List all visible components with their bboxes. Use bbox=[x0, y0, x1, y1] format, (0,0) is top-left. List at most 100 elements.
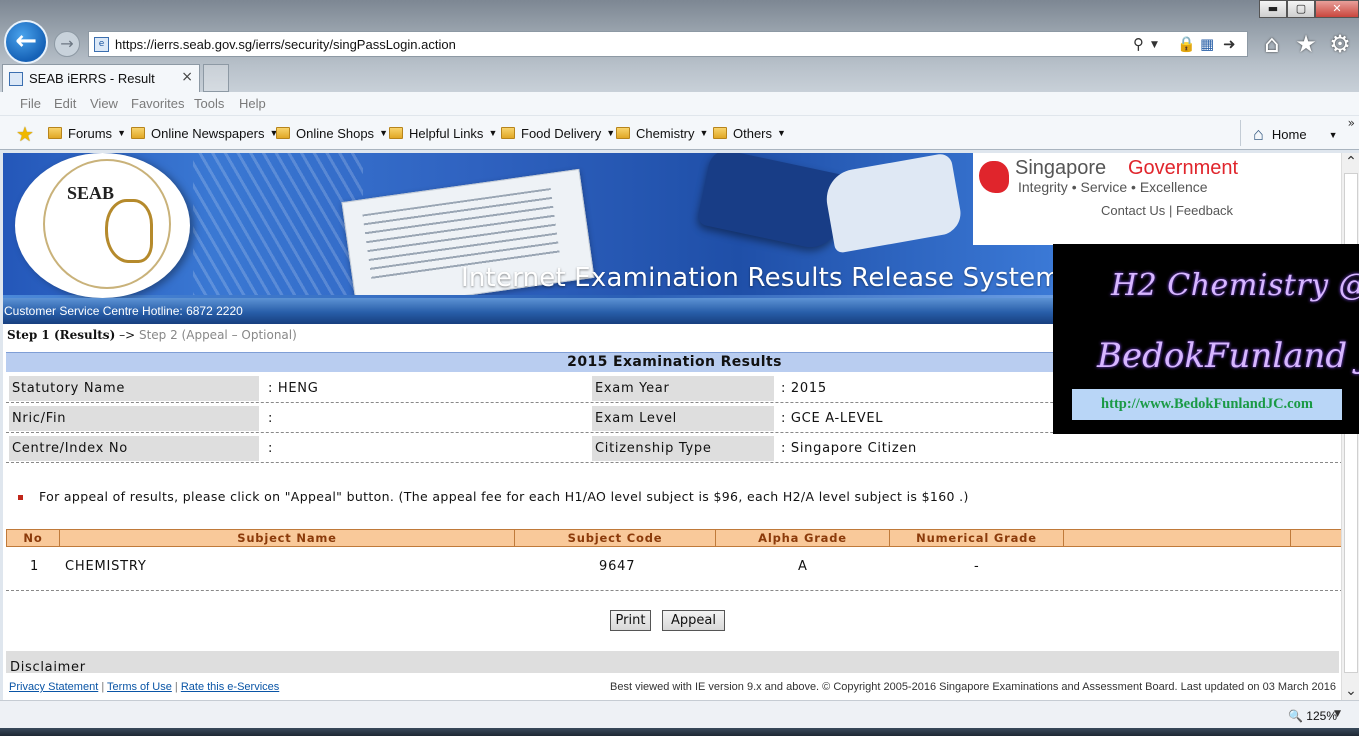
compat-view-icon[interactable]: ▦ bbox=[1200, 35, 1214, 53]
fav-folder-food-delivery[interactable]: Food Delivery ▼ bbox=[501, 125, 615, 141]
tab-favicon-icon bbox=[9, 72, 23, 86]
hotline-text: Customer Service Centre Hotline: 6872 22… bbox=[4, 304, 243, 318]
refresh-icon[interactable]: ➜ bbox=[1223, 35, 1236, 53]
chevron-down-icon: ▼ bbox=[699, 128, 709, 138]
chevron-down-icon: ▼ bbox=[117, 128, 126, 138]
back-button[interactable]: ← bbox=[4, 20, 48, 64]
fav-folder-helpful-links[interactable]: Helpful Links ▼ bbox=[389, 125, 497, 141]
forward-button[interactable]: → bbox=[54, 31, 80, 57]
menu-view[interactable]: View bbox=[90, 96, 118, 111]
col-blank-1 bbox=[1064, 530, 1291, 546]
scroll-up-icon[interactable]: ⌃ bbox=[1342, 153, 1359, 171]
step-arrow: –> bbox=[119, 328, 136, 342]
footer-links: Privacy Statement | Terms of Use | Rate … bbox=[9, 681, 279, 693]
toolbar-overflow-icon[interactable]: » bbox=[1348, 116, 1355, 130]
terms-of-use-link[interactable]: Terms of Use bbox=[107, 681, 172, 693]
lock-icon[interactable]: 🔒 bbox=[1177, 35, 1196, 53]
maximize-button[interactable]: ▢ bbox=[1287, 0, 1315, 18]
banner-decoration bbox=[193, 153, 363, 298]
table-header: No Subject Name Subject Code Alpha Grade… bbox=[6, 529, 1341, 547]
nric-label: Nric/Fin bbox=[9, 406, 259, 431]
chevron-down-icon[interactable]: ▼ bbox=[1329, 130, 1338, 140]
citizenship-type-value: : Singapore Citizen bbox=[781, 441, 917, 456]
nric-value: : bbox=[268, 411, 274, 426]
watermark-line2: BedokFunland JC bbox=[1097, 336, 1359, 376]
gov-name-part2: Government bbox=[1128, 157, 1239, 179]
site-favicon-icon: e bbox=[94, 37, 109, 52]
home-button[interactable]: ⌂ Home ▼ bbox=[1253, 124, 1337, 145]
step-indicator: Step 1 (Results) –> Step 2 (Appeal – Opt… bbox=[7, 328, 297, 342]
puzzle-piece-image bbox=[822, 153, 964, 254]
menu-help[interactable]: Help bbox=[239, 96, 266, 111]
exam-year-value: : 2015 bbox=[781, 381, 827, 396]
gear-icon[interactable]: ⚙ bbox=[1326, 30, 1354, 58]
menu-tools[interactable]: Tools bbox=[194, 96, 224, 111]
col-subject-code: Subject Code bbox=[515, 530, 716, 546]
folder-icon bbox=[713, 127, 727, 139]
home-label: Home bbox=[1271, 127, 1307, 142]
appeal-button[interactable]: Appeal bbox=[662, 610, 725, 631]
merlion-logo-icon bbox=[979, 161, 1009, 193]
window-controls: ▬ ▢ ✕ bbox=[1259, 0, 1359, 18]
fav-folder-forums[interactable]: Forums ▼ bbox=[48, 125, 126, 141]
folder-icon bbox=[616, 127, 630, 139]
contact-us-link[interactable]: Contact Us bbox=[1101, 203, 1165, 218]
close-window-button[interactable]: ✕ bbox=[1315, 0, 1359, 18]
fav-folder-others[interactable]: Others ▼ bbox=[713, 125, 786, 141]
address-url[interactable]: https://ierrs.seab.gov.sg/ierrs/security… bbox=[115, 37, 456, 52]
browser-nav-icons: ⌂ ★ ⚙ bbox=[1258, 30, 1354, 58]
appeal-note-text: For appeal of results, please click on "… bbox=[39, 489, 969, 504]
folder-icon bbox=[389, 127, 403, 139]
gov-name-part1: Singapore bbox=[1015, 157, 1107, 179]
scroll-down-icon[interactable]: ⌄ bbox=[1342, 682, 1359, 700]
browser-titlebar: ▬ ▢ ✕ ← → e https://ierrs.seab.gov.sg/ie… bbox=[0, 0, 1359, 92]
menu-file[interactable]: File bbox=[20, 96, 41, 111]
home-icon[interactable]: ⌂ bbox=[1258, 30, 1286, 58]
menu-edit[interactable]: Edit bbox=[54, 96, 76, 111]
folder-icon bbox=[48, 127, 62, 139]
watermark-line1: H2 Chemistry @ bbox=[1111, 268, 1359, 303]
fav-folder-label: Forums bbox=[68, 125, 113, 141]
statutory-name-value: : HENG bbox=[268, 381, 319, 396]
minimize-button[interactable]: ▬ bbox=[1259, 0, 1287, 18]
exam-year-label: Exam Year bbox=[592, 376, 774, 401]
appeal-note: For appeal of results, please click on "… bbox=[18, 489, 969, 504]
address-bar[interactable]: e https://ierrs.seab.gov.sg/ierrs/securi… bbox=[88, 31, 1248, 57]
watermark-url: http://www.BedokFunlandJC.com bbox=[1072, 389, 1342, 420]
fav-folder-online-newspapers[interactable]: Online Newspapers ▼ bbox=[131, 125, 278, 141]
tab-active[interactable]: SEAB iERRS - Result × bbox=[2, 64, 200, 92]
feedback-link[interactable]: Feedback bbox=[1176, 203, 1233, 218]
menu-favorites[interactable]: Favorites bbox=[131, 96, 184, 111]
folder-icon bbox=[501, 127, 515, 139]
fav-folder-online-shops[interactable]: Online Shops ▼ bbox=[276, 125, 388, 141]
print-button[interactable]: Print bbox=[610, 610, 651, 631]
fav-folder-chemistry[interactable]: Chemistry ▼ bbox=[616, 125, 708, 141]
tab-close-icon[interactable]: × bbox=[181, 69, 193, 85]
footer-separator: | bbox=[174, 681, 178, 693]
chevron-down-icon: ▼ bbox=[488, 128, 498, 138]
page-footer: Privacy Statement | Terms of Use | Rate … bbox=[3, 673, 1341, 700]
favorites-bar: ★ Forums ▼ Online Newspapers ▼ Online Shop… bbox=[0, 116, 1359, 150]
back-arrow-icon: ← bbox=[15, 26, 37, 56]
step-1: Step 1 (Results) bbox=[7, 328, 116, 342]
search-icon[interactable]: ⚲ bbox=[1133, 35, 1144, 53]
chevron-down-icon[interactable]: ▼ bbox=[1334, 709, 1341, 719]
singapore-government-header: Singapore Government Integrity • Service… bbox=[973, 153, 1341, 245]
chevron-down-icon: ▼ bbox=[606, 128, 616, 138]
star-icon[interactable]: ★ bbox=[1292, 30, 1320, 58]
col-subject-name: Subject Name bbox=[60, 530, 515, 546]
search-dropdown-icon[interactable]: ▼ bbox=[1151, 40, 1158, 50]
zoom-level[interactable]: 🔍 125% bbox=[1288, 709, 1337, 723]
centre-index-label: Centre/Index No bbox=[9, 436, 259, 461]
watermark-box: H2 Chemistry @ BedokFunland JC http://ww… bbox=[1053, 244, 1359, 434]
statutory-name-label: Statutory Name bbox=[9, 376, 259, 401]
rate-eservices-link[interactable]: Rate this e-Services bbox=[181, 681, 279, 693]
folder-icon bbox=[131, 127, 145, 139]
bullet-icon bbox=[18, 495, 23, 500]
fav-folder-label: Helpful Links bbox=[409, 125, 484, 141]
zoom-value: 125% bbox=[1306, 709, 1337, 723]
privacy-statement-link[interactable]: Privacy Statement bbox=[9, 681, 98, 693]
new-tab-button[interactable] bbox=[203, 64, 229, 92]
zoom-icon: 🔍 bbox=[1288, 709, 1303, 723]
add-favorite-star-icon[interactable]: ★ bbox=[16, 122, 34, 146]
